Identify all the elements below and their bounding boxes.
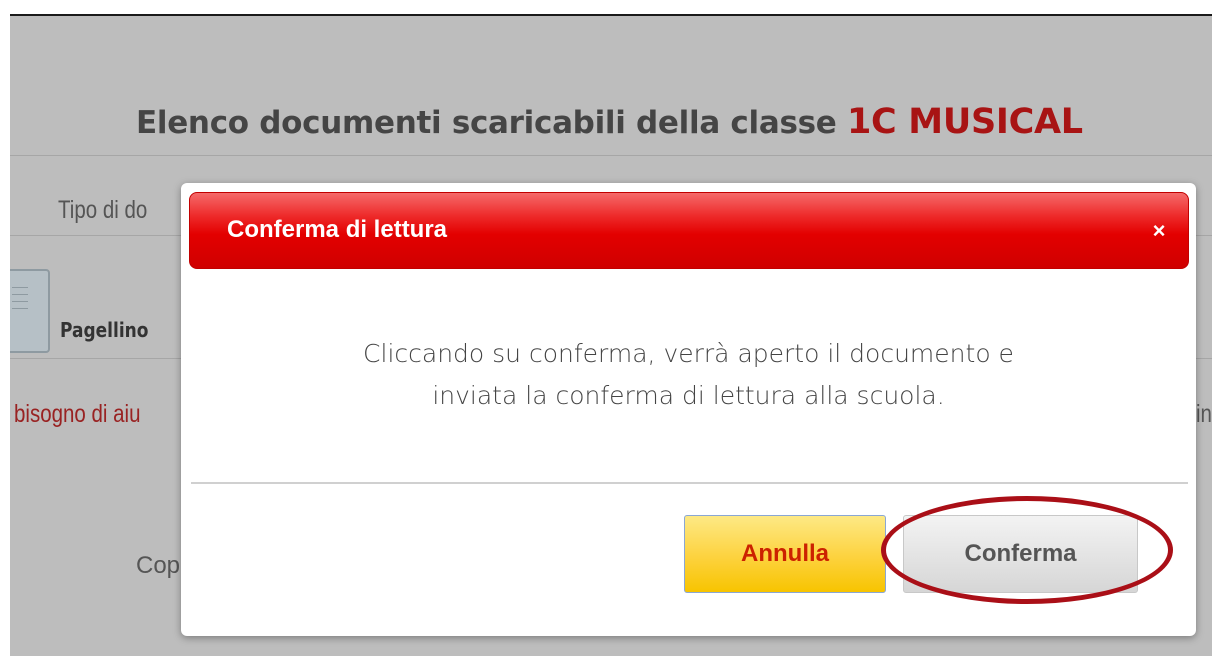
close-icon[interactable]: × <box>1145 217 1173 245</box>
help-link[interactable]: bisogno di aiu <box>14 400 141 429</box>
dialog-message-line: inviata la conferma di lettura alla scuo… <box>432 381 945 410</box>
dialog-message: Cliccando su conferma, verrà aperto il d… <box>181 333 1196 417</box>
left-margin <box>0 14 10 654</box>
copyright-text: Cop <box>136 552 181 579</box>
dialog-divider <box>191 482 1188 484</box>
document-icon[interactable] <box>10 269 50 353</box>
cancel-button[interactable]: Annulla <box>684 515 886 593</box>
help-text-right: in <box>1196 400 1212 428</box>
page-title-text: Elenco documenti scaricabili della class… <box>136 105 837 141</box>
confirm-read-dialog: Conferma di lettura × Cliccando su confe… <box>181 183 1196 636</box>
dialog-title: Conferma di lettura <box>227 216 448 243</box>
class-name: 1C MUSICAL <box>846 102 1083 142</box>
confirm-button[interactable]: Conferma <box>903 515 1138 593</box>
dialog-header: Conferma di lettura × <box>189 192 1189 269</box>
divider <box>10 155 1212 156</box>
column-header-document-type: Tipo di do <box>58 196 148 224</box>
page-title: Elenco documenti scaricabili della class… <box>136 102 1083 142</box>
document-name[interactable]: Pagellino <box>60 318 148 342</box>
dialog-message-line: Cliccando su conferma, verrà aperto il d… <box>363 339 1014 368</box>
